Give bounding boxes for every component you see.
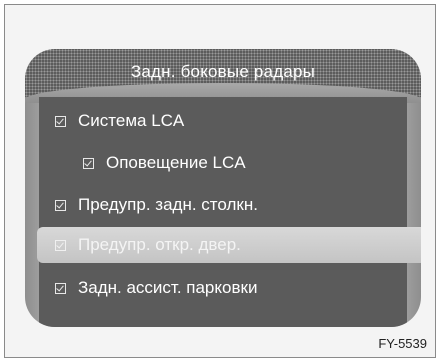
checkbox-checked-icon[interactable]: [55, 239, 66, 251]
menu-item-label: Задн. ассист. парковки: [78, 278, 258, 297]
menu-item-label: Предупр. задн. столкн.: [78, 195, 258, 214]
figure-frame: Задн. боковые радары Система LCA Оповеще…: [4, 4, 436, 358]
menu-item-label: Система LCA: [78, 111, 185, 130]
checkbox-checked-icon[interactable]: [55, 282, 66, 294]
menu-title: Задн. боковые радары: [130, 62, 316, 81]
menu-item-rear-collision-warning[interactable]: Предупр. задн. столкн.: [39, 187, 421, 223]
checkbox-checked-icon[interactable]: [55, 199, 66, 211]
figure-code: FY-5539: [378, 336, 427, 351]
display-screen: Задн. боковые радары Система LCA Оповеще…: [25, 49, 421, 327]
menu-item-door-open-warning[interactable]: Предупр. откр. двер.: [37, 227, 421, 263]
menu-list: Система LCA Оповещение LCA Предупр. задн…: [37, 97, 421, 327]
menu-item-rear-parking-assist[interactable]: Задн. ассист. парковки: [39, 270, 421, 306]
menu-item-lca-alert[interactable]: Оповещение LCA: [39, 145, 421, 181]
checkbox-checked-icon[interactable]: [55, 115, 66, 127]
checkbox-checked-icon[interactable]: [83, 157, 94, 169]
menu-item-lca-system[interactable]: Система LCA: [39, 103, 421, 139]
menu-item-label: Предупр. откр. двер.: [78, 235, 241, 254]
menu-item-label: Оповещение LCA: [106, 153, 246, 172]
